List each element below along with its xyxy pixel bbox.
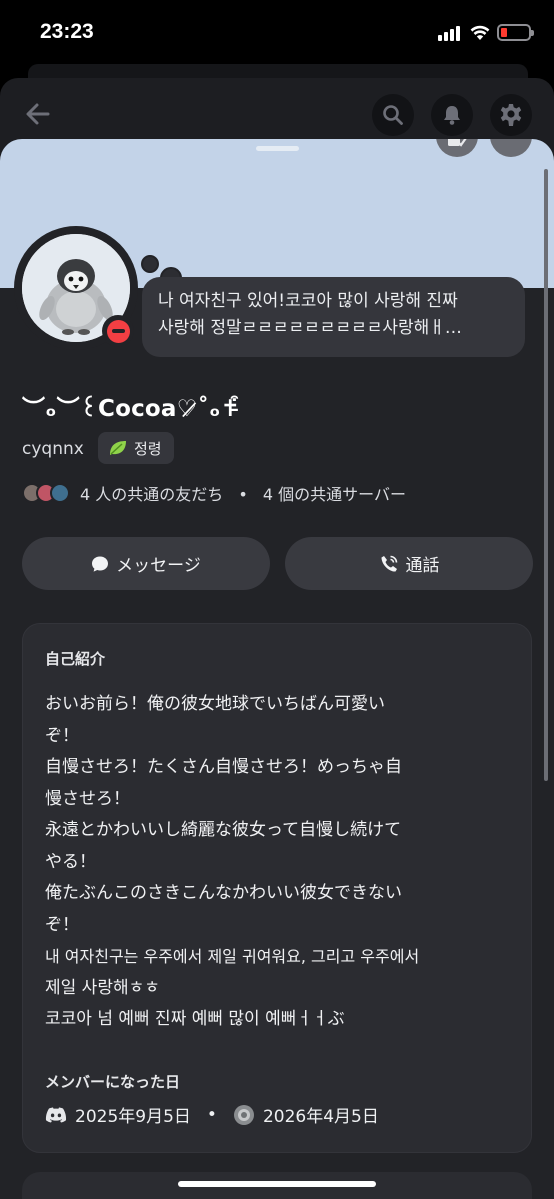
bio-text: おいお前ら！俺の彼女地球でいちばん可愛い ぞ！ 自慢させろ！たくさん自慢させろ！… xyxy=(45,689,509,1036)
date-separator: • xyxy=(206,1104,217,1125)
server-icon xyxy=(233,1104,254,1125)
display-name: ︶ₒ︶꒰Cocoa♡̷˚ₒ✝︎̵͒ xyxy=(22,396,241,422)
status-line: 나 여자친구 있어!코코아 많이 사랑해 진짜 xyxy=(158,291,458,311)
status-line: 사랑해 정말ㄹㄹㄹㄹㄹㄹㄹㄹㄹ사랑해ㅐ… xyxy=(158,318,462,338)
about-me-card: 自己紹介 おいお前ら！俺の彼女地球でいちばん可愛い ぞ！ 自慢させろ！たくさん自… xyxy=(22,623,532,1153)
thought-dot xyxy=(141,255,159,273)
bio-line: おいお前ら！俺の彼女地球でいちばん可愛い xyxy=(45,694,385,714)
username[interactable]: cyqnnx xyxy=(22,439,84,459)
notifications-button[interactable] xyxy=(431,94,473,136)
id-card-check-icon xyxy=(448,139,467,147)
message-button[interactable]: メッセージ xyxy=(22,537,270,590)
cellular-signal-icon xyxy=(438,25,462,41)
mutual-separator: • xyxy=(238,485,248,504)
status-indicator xyxy=(102,315,134,347)
sheet-drag-handle[interactable] xyxy=(256,146,299,151)
mutual-summary[interactable]: 4 人の共通の友だち • 4 個の共通サーバー xyxy=(22,480,406,506)
mutual-servers-count: 4 個の共通サーバー xyxy=(262,485,407,504)
bio-line: 永遠とかわいいし綺麗な彼女って自慢し続けて xyxy=(45,820,402,840)
phone-call-icon xyxy=(381,555,397,572)
call-button[interactable]: 通話 xyxy=(285,537,533,590)
clock: 23:23 xyxy=(40,20,94,43)
settings-button[interactable] xyxy=(490,94,532,136)
tag-label: 정령 xyxy=(134,439,162,458)
chat-bubble-icon xyxy=(92,556,109,572)
home-indicator[interactable] xyxy=(178,1181,376,1187)
mutual-friend-avatar xyxy=(50,483,70,503)
gear-icon xyxy=(500,104,522,126)
server-tag-badge[interactable]: 정령 xyxy=(98,432,174,464)
bio-line: 慢させろ！ xyxy=(45,788,130,809)
discord-join-date: 2025年9月5日 xyxy=(75,1107,191,1127)
battery-icon xyxy=(497,24,534,41)
search-button[interactable] xyxy=(372,94,414,136)
bio-line: 俺たぶんこのさきこんなかわいい彼女できない xyxy=(45,883,402,903)
server-join-date: 2026年4月5日 xyxy=(262,1107,379,1127)
wifi-icon xyxy=(470,25,490,40)
bio-line: ぞ！ xyxy=(45,914,79,935)
bio-line: 내 여자친구는 우주에서 제일 귀여워요, 그리고 우주에서 xyxy=(45,947,420,966)
bio-line: ぞ！ xyxy=(45,725,79,746)
about-me-title: 自己紹介 xyxy=(45,650,106,668)
search-icon xyxy=(383,105,403,125)
discord-logo-icon xyxy=(45,1107,67,1122)
bio-line: 自慢させろ！たくさん自慢させろ！めっちゃ自 xyxy=(45,757,402,777)
member-since-row: 2025年9月5日 • 2026年4月5日 xyxy=(45,1102,379,1127)
status-bar: 23:23 xyxy=(0,0,554,64)
bio-line: 코코아 넘 예뻐 진짜 예뻐 많이 예뻐ㅓㅓぶ xyxy=(45,1009,345,1029)
bio-line: やる！ xyxy=(45,851,96,872)
scroll-indicator[interactable] xyxy=(544,169,548,781)
leaf-icon xyxy=(110,441,126,455)
back-arrow-icon[interactable] xyxy=(22,98,54,130)
mutual-friends-count: 4 人の共通の友だち xyxy=(80,485,224,504)
message-label: メッセージ xyxy=(116,556,201,576)
profile-sheet: 나 여자친구 있어!코코아 많이 사랑해 진짜 사랑해 정말ㄹㄹㄹㄹㄹㄹㄹㄹㄹ사… xyxy=(0,139,554,1199)
custom-status-bubble[interactable]: 나 여자친구 있어!코코아 많이 사랑해 진짜 사랑해 정말ㄹㄹㄹㄹㄹㄹㄹㄹㄹ사… xyxy=(142,277,525,357)
member-since-title: メンバーになった日 xyxy=(45,1073,181,1091)
call-label: 通話 xyxy=(405,556,440,576)
bio-line: 제일 사랑해ㅎㅎ xyxy=(45,977,160,998)
do-not-disturb-icon xyxy=(106,319,130,343)
bell-icon xyxy=(444,106,460,125)
